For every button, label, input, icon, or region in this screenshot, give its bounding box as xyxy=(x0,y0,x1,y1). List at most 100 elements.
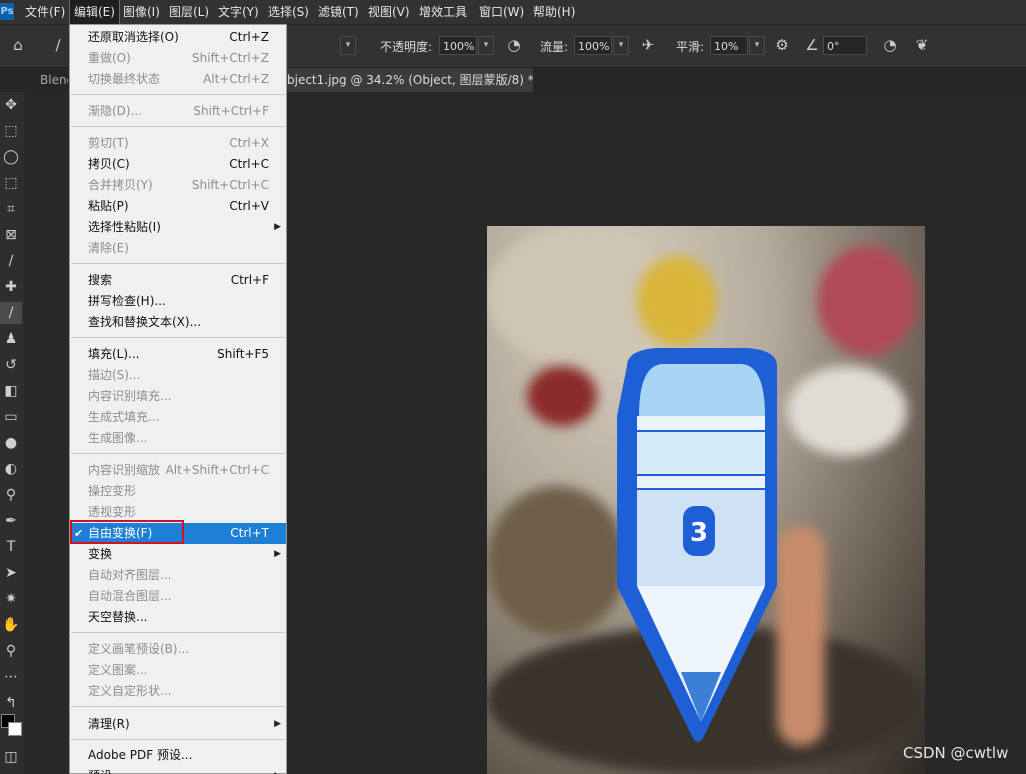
document-image[interactable]: 3 xyxy=(487,226,925,774)
history-brush-tool-icon[interactable]: ↺ xyxy=(0,354,22,376)
mode-dropdown-arrow-icon[interactable]: ▾ xyxy=(340,36,356,55)
menu-separator xyxy=(71,337,285,338)
background-color-swatch[interactable] xyxy=(8,722,22,736)
burn-tool-icon[interactable]: ⚲ xyxy=(0,484,22,506)
menu-separator xyxy=(71,453,285,454)
healing-brush-tool-icon[interactable]: ✚ xyxy=(0,276,22,298)
menu-item-clear[interactable]: 清除(E) xyxy=(70,238,286,259)
menu-item-define-pattern[interactable]: 定义图案... xyxy=(70,660,286,681)
tab-blend[interactable]: Blend xyxy=(40,68,68,92)
menu-item-paste[interactable]: 粘贴(P) Ctrl+V xyxy=(70,196,286,217)
symmetry-butterfly-icon[interactable]: ❦ xyxy=(912,35,932,55)
menu-window[interactable]: 窗口(W) xyxy=(475,0,528,24)
menu-item-puppet-warp[interactable]: 操控变形 xyxy=(70,481,286,502)
menu-item-find-replace[interactable]: 查找和替换文本(X)... xyxy=(70,312,286,333)
menu-select[interactable]: 选择(S) xyxy=(264,0,313,24)
menu-item-transform[interactable]: 变换 ▶ xyxy=(70,544,286,565)
menu-layer[interactable]: 图层(L) xyxy=(165,0,213,24)
menu-item-perspective-warp[interactable]: 透视变形 xyxy=(70,502,286,523)
menu-item-generate-image[interactable]: 生成图像... xyxy=(70,428,286,449)
flow-dropdown-icon[interactable]: ▾ xyxy=(613,36,629,55)
menu-item-generative-fill[interactable]: 生成式填充... xyxy=(70,407,286,428)
menu-item-redo[interactable]: 重做(O) Shift+Ctrl+Z xyxy=(70,48,286,69)
type-tool-icon[interactable]: T xyxy=(0,536,22,558)
gradient-tool-icon[interactable]: ▭ xyxy=(0,406,22,428)
smoothing-label: 平滑: xyxy=(676,40,705,54)
menu-separator xyxy=(71,94,285,95)
opacity-dropdown-icon[interactable]: ▾ xyxy=(478,36,494,55)
crop-tool-icon[interactable]: ⌗ xyxy=(0,198,22,220)
smoothing-dropdown-icon[interactable]: ▾ xyxy=(749,36,765,55)
menu-filter[interactable]: 滤镜(T) xyxy=(314,0,363,24)
swap-colors-icon[interactable]: ↰ xyxy=(0,692,22,714)
menu-item-paste-special[interactable]: 选择性粘贴(I) ▶ xyxy=(70,217,286,238)
brush-tool-icon[interactable]: ∕ xyxy=(0,302,22,324)
lasso-tool-icon[interactable]: ◯ xyxy=(0,146,22,168)
shape-tool-icon[interactable]: ✷ xyxy=(0,588,22,610)
menu-item-auto-blend-layers[interactable]: 自动混合图层... xyxy=(70,586,286,607)
stamp-tool-icon[interactable]: ♟ xyxy=(0,328,22,350)
menu-item-check-spelling[interactable]: 拼写检查(H)... xyxy=(70,291,286,312)
menu-item-sky-replacement[interactable]: 天空替换... xyxy=(70,607,286,628)
frame-tool-icon[interactable]: ⊠ xyxy=(0,224,22,246)
zoom-tool-icon[interactable]: ⚲ xyxy=(0,640,22,662)
menu-plugins[interactable]: 增效工具 xyxy=(415,0,471,24)
menu-item-copy-merged[interactable]: 合并拷贝(Y) Shift+Ctrl+C xyxy=(70,175,286,196)
eraser-tool-icon[interactable]: ◧ xyxy=(0,380,22,402)
quick-mask-icon[interactable]: ◫ xyxy=(0,746,22,768)
menu-help[interactable]: 帮助(H) xyxy=(529,0,579,24)
menu-type[interactable]: 文字(Y) xyxy=(214,0,263,24)
menu-item-presets[interactable]: 预设▶ xyxy=(70,766,286,774)
menu-view[interactable]: 视图(V) xyxy=(364,0,414,24)
menu-item-content-aware-scale[interactable]: 内容识别缩放 Alt+Shift+Ctrl+C xyxy=(70,460,286,481)
marquee-tool-icon[interactable]: ⬚ xyxy=(0,120,22,142)
pressure-size-icon[interactable]: ◔ xyxy=(880,35,900,55)
pen-tool-icon[interactable]: ✒ xyxy=(0,510,22,532)
pencil-number: 3 xyxy=(690,518,708,548)
move-tool-icon[interactable]: ✥ xyxy=(0,94,22,116)
menu-separator xyxy=(71,706,285,707)
menu-item-copy[interactable]: 拷贝(C) Ctrl+C xyxy=(70,154,286,175)
menu-item-define-brush-preset[interactable]: 定义画笔预设(B)... xyxy=(70,639,286,660)
dodge-tool-icon[interactable]: ◐ xyxy=(0,458,22,480)
path-select-tool-icon[interactable]: ➤ xyxy=(0,562,22,584)
menu-item-stroke[interactable]: 描边(S)... xyxy=(70,365,286,386)
pencil-ferrule xyxy=(637,432,765,474)
menu-file[interactable]: 文件(F) xyxy=(21,0,69,24)
eyedropper-tool-icon[interactable]: ∕ xyxy=(0,250,22,272)
menu-item-auto-align-layers[interactable]: 自动对齐图层... xyxy=(70,565,286,586)
menu-item-fade[interactable]: 渐隐(D)... Shift+Ctrl+F xyxy=(70,101,286,122)
airbrush-icon[interactable]: ✈ xyxy=(638,35,658,55)
angle-field[interactable]: 0° xyxy=(823,36,867,55)
menu-edit[interactable]: 编辑(E) xyxy=(69,0,120,25)
menu-item-toggle-last-state[interactable]: 切换最终状态 Alt+Ctrl+Z xyxy=(70,69,286,90)
opacity-field[interactable]: 100% xyxy=(439,36,477,55)
flow-label: 流量: xyxy=(540,40,569,54)
menu-item-search[interactable]: 搜索 Ctrl+F xyxy=(70,270,286,291)
menu-item-content-aware-fill[interactable]: 内容识别填充... xyxy=(70,386,286,407)
flow-field[interactable]: 100% xyxy=(574,36,612,55)
home-icon[interactable]: ⌂ xyxy=(8,35,28,55)
brush-tool-preset-icon[interactable]: ∕ xyxy=(48,35,68,55)
object-select-tool-icon[interactable]: ⬚ xyxy=(0,172,22,194)
hand-tool-icon[interactable]: ✋ xyxy=(0,614,22,636)
more-tools-icon[interactable]: ⋯ xyxy=(0,666,22,688)
smoothing-field[interactable]: 10% xyxy=(710,36,748,55)
pencil-band-bottom xyxy=(637,476,765,488)
menu-item-undo[interactable]: 还原取消选择(O) Ctrl+Z xyxy=(70,27,286,48)
menu-item-free-transform[interactable]: ✔ 自由变换(F) Ctrl+T xyxy=(70,523,286,544)
pencil-band-top xyxy=(637,416,765,430)
gear-icon[interactable]: ⚙ xyxy=(772,35,792,55)
menu-image[interactable]: 图像(I) xyxy=(119,0,164,24)
menu-item-adobe-pdf-presets[interactable]: Adobe PDF 预设... xyxy=(70,745,286,766)
menu-item-cut[interactable]: 剪切(T) Ctrl+X xyxy=(70,133,286,154)
photoshop-logo-icon: Ps xyxy=(0,3,14,20)
menu-item-define-custom-shape[interactable]: 定义自定形状... xyxy=(70,681,286,702)
menu-item-fill[interactable]: 填充(L)... Shift+F5 xyxy=(70,344,286,365)
tab-active-document[interactable]: bject1.jpg @ 34.2% (Object, 图层蒙版/8) * × xyxy=(287,68,533,92)
checkmark-icon: ✔ xyxy=(74,527,84,540)
menu-item-purge[interactable]: 清理(R) ▶ xyxy=(70,714,286,735)
blur-tool-icon[interactable]: ● xyxy=(0,432,22,454)
pressure-opacity-icon[interactable]: ◔ xyxy=(504,35,524,55)
menu-separator xyxy=(71,632,285,633)
